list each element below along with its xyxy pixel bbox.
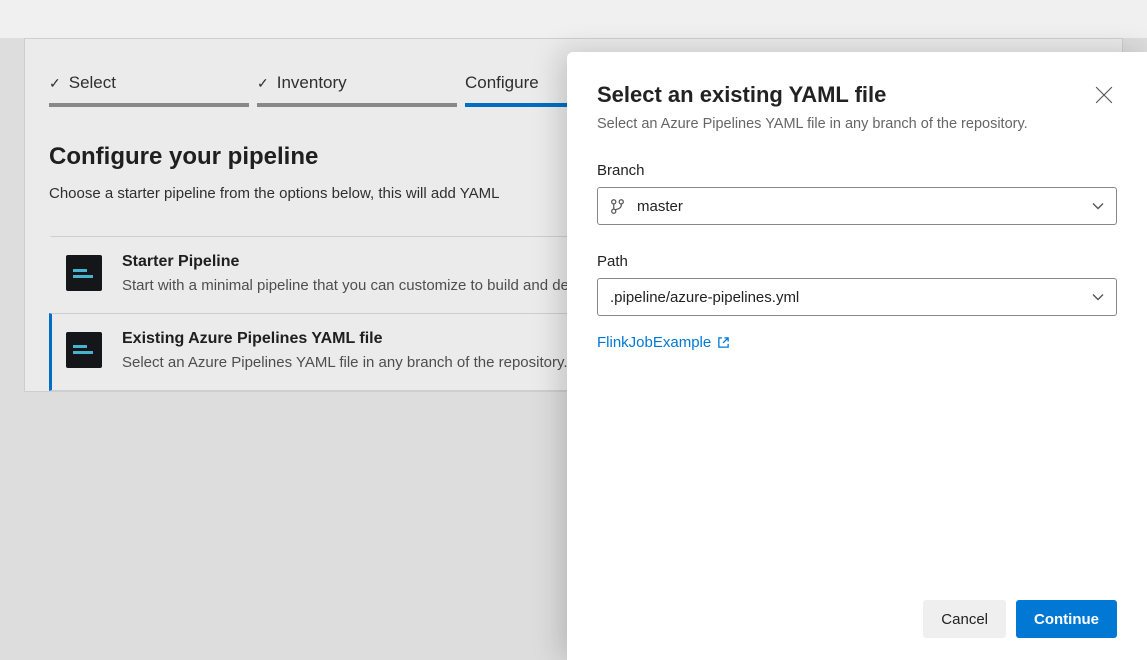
close-button[interactable]	[1091, 82, 1117, 111]
branch-dropdown[interactable]: master	[597, 187, 1117, 225]
repo-link[interactable]: FlinkJobExample	[597, 334, 1117, 351]
branch-value: master	[637, 198, 683, 215]
path-dropdown[interactable]: .pipeline/azure-pipelines.yml	[597, 278, 1117, 316]
close-icon	[1095, 86, 1113, 104]
path-label: Path	[597, 253, 1117, 270]
cancel-button[interactable]: Cancel	[923, 600, 1006, 638]
chevron-down-icon	[1092, 202, 1104, 210]
path-value: .pipeline/azure-pipelines.yml	[610, 289, 799, 306]
continue-button[interactable]: Continue	[1016, 600, 1117, 638]
yaml-file-panel: Select an existing YAML file Select an A…	[567, 52, 1147, 660]
chevron-down-icon	[1092, 293, 1104, 301]
external-link-icon	[717, 336, 730, 349]
panel-subtitle: Select an Azure Pipelines YAML file in a…	[597, 114, 1028, 134]
panel-footer: Cancel Continue	[597, 580, 1117, 638]
path-field: Path .pipeline/azure-pipelines.yml	[597, 253, 1117, 316]
link-text: FlinkJobExample	[597, 334, 711, 351]
branch-label: Branch	[597, 162, 1117, 179]
panel-title: Select an existing YAML file	[597, 82, 1028, 108]
branch-icon	[610, 198, 625, 215]
branch-field: Branch master	[597, 162, 1117, 225]
